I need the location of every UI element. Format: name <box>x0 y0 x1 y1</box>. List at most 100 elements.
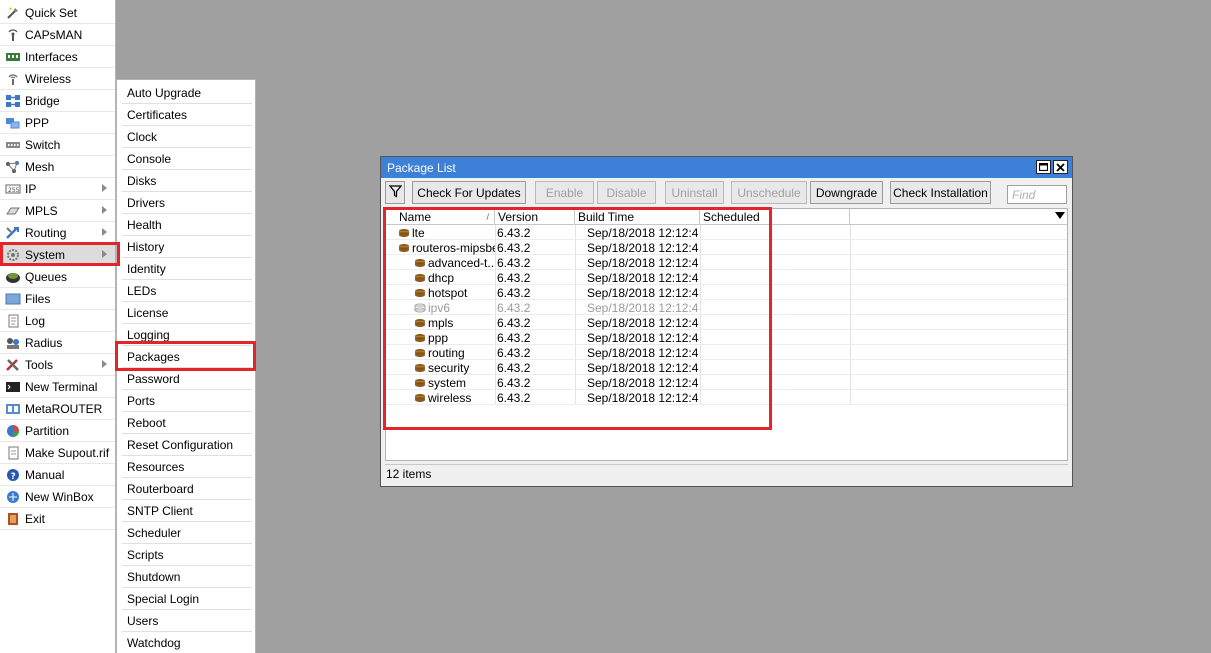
submenu-item-password[interactable]: Password <box>122 368 252 390</box>
submenu-item-watchdog[interactable]: Watchdog <box>122 632 252 653</box>
cell-build-time: Sep/18/2018 12:12:48 <box>587 270 699 285</box>
submenu-item-disks[interactable]: Disks <box>122 170 252 192</box>
table-row[interactable]: routing 6.43.2 Sep/18/2018 12:12:48 <box>386 345 1067 360</box>
column-header-build-time[interactable]: Build Time <box>575 209 700 224</box>
submenu-item-packages[interactable]: Packages <box>122 346 252 368</box>
cell-version: 6.43.2 <box>497 375 531 390</box>
table-row[interactable]: dhcp 6.43.2 Sep/18/2018 12:12:48 <box>386 270 1067 285</box>
menu-item-tools[interactable]: Tools <box>0 354 115 376</box>
find-input[interactable] <box>1007 185 1067 204</box>
submenu-item-ports[interactable]: Ports <box>122 390 252 412</box>
maximize-icon[interactable] <box>1036 160 1051 174</box>
check-installation-button[interactable]: Check Installation <box>890 181 991 204</box>
submenu-item-scripts[interactable]: Scripts <box>122 544 252 566</box>
menu-item-make-supout-rif[interactable]: Make Supout.rif <box>0 442 115 464</box>
menu-item-switch[interactable]: Switch <box>0 134 115 156</box>
menu-item-partition[interactable]: Partition <box>0 420 115 442</box>
svg-text:255: 255 <box>8 187 20 194</box>
unschedule-button[interactable]: Unschedule <box>731 181 807 204</box>
disable-button[interactable]: Disable <box>597 181 656 204</box>
table-row[interactable]: advanced-t... 6.43.2 Sep/18/2018 12:12:48 <box>386 255 1067 270</box>
uninstall-button[interactable]: Uninstall <box>665 181 724 204</box>
menu-item-label: Exit <box>25 511 46 526</box>
menu-item-capsman[interactable]: CAPsMAN <box>0 24 115 46</box>
submenu-item-history[interactable]: History <box>122 236 252 258</box>
column-header-name[interactable]: Name / <box>396 209 495 224</box>
partition-icon <box>5 424 21 438</box>
files-icon <box>5 292 21 306</box>
table-row[interactable]: security 6.43.2 Sep/18/2018 12:12:48 <box>386 360 1067 375</box>
table-row[interactable]: lte 6.43.2 Sep/18/2018 12:12:48 <box>386 225 1067 240</box>
menu-item-new-winbox[interactable]: New WinBox <box>0 486 115 508</box>
table-row[interactable]: routeros-mipsbe 6.43.2 Sep/18/2018 12:12:4… <box>386 240 1067 255</box>
menu-item-radius[interactable]: Radius <box>0 332 115 354</box>
column-header-scheduled[interactable]: Scheduled <box>700 209 850 224</box>
quick-set-icon <box>5 6 21 20</box>
menu-item-exit[interactable]: Exit <box>0 508 115 530</box>
cell-scheduled <box>702 315 848 330</box>
table-row[interactable]: wireless 6.43.2 Sep/18/2018 12:12:48 <box>386 390 1067 405</box>
menu-item-label: Switch <box>25 137 61 152</box>
submenu-item-users[interactable]: Users <box>122 610 252 632</box>
table-row[interactable]: hotspot 6.43.2 Sep/18/2018 12:12:48 <box>386 285 1067 300</box>
submenu-item-identity[interactable]: Identity <box>122 258 252 280</box>
cell-build-time: Sep/18/2018 12:12:48 <box>587 345 699 360</box>
table-row[interactable]: system 6.43.2 Sep/18/2018 12:12:48 <box>386 375 1067 390</box>
column-header-version[interactable]: Version <box>495 209 575 224</box>
table-row[interactable]: mpls 6.43.2 Sep/18/2018 12:12:48 <box>386 315 1067 330</box>
submenu-item-leds[interactable]: LEDs <box>122 280 252 302</box>
check-for-updates-button[interactable]: Check For Updates <box>412 181 526 204</box>
menu-item-wireless[interactable]: Wireless <box>0 68 115 90</box>
menu-item-mpls[interactable]: MPLS <box>0 200 115 222</box>
cell-build-time: Sep/18/2018 12:12:48 <box>587 375 699 390</box>
column-dropdown-icon[interactable] <box>1055 212 1065 219</box>
mesh-icon <box>5 160 21 174</box>
menu-item-mesh[interactable]: Mesh <box>0 156 115 178</box>
submenu-item-reset-configuration[interactable]: Reset Configuration <box>122 434 252 456</box>
menu-item-system[interactable]: System <box>0 244 115 266</box>
submenu-item-certificates[interactable]: Certificates <box>122 104 252 126</box>
cell-version: 6.43.2 <box>497 330 531 345</box>
submenu-item-reboot[interactable]: Reboot <box>122 412 252 434</box>
submenu-item-resources[interactable]: Resources <box>122 456 252 478</box>
menu-item-manual[interactable]: ? Manual <box>0 464 115 486</box>
submenu-item-routerboard[interactable]: Routerboard <box>122 478 252 500</box>
menu-item-label: PPP <box>25 115 50 130</box>
menu-item-files[interactable]: Files <box>0 288 115 310</box>
menu-item-routing[interactable]: Routing <box>0 222 115 244</box>
table-row[interactable]: ppp 6.43.2 Sep/18/2018 12:12:48 <box>386 330 1067 345</box>
menu-item-label: Radius <box>25 335 63 350</box>
menu-item-ppp[interactable]: PPP <box>0 112 115 134</box>
submenu-item-drivers[interactable]: Drivers <box>122 192 252 214</box>
cell-version: 6.43.2 <box>497 345 531 360</box>
submenu-item-health[interactable]: Health <box>122 214 252 236</box>
menu-item-interfaces[interactable]: Interfaces <box>0 46 115 68</box>
enable-button[interactable]: Enable <box>535 181 594 204</box>
cell-build-time: Sep/18/2018 12:12:48 <box>587 285 699 300</box>
submenu-item-special-login[interactable]: Special Login <box>122 588 252 610</box>
cell-name: routing <box>414 345 495 360</box>
menu-item-bridge[interactable]: Bridge <box>0 90 115 112</box>
downgrade-button[interactable]: Downgrade <box>810 181 883 204</box>
menu-item-label: IP <box>25 181 37 196</box>
menu-item-metarouter[interactable]: MetaROUTER <box>0 398 115 420</box>
close-icon[interactable] <box>1053 160 1068 174</box>
submenu-arrow-icon <box>102 206 107 214</box>
cell-scheduled <box>702 330 848 345</box>
submenu-item-clock[interactable]: Clock <box>122 126 252 148</box>
submenu-item-console[interactable]: Console <box>122 148 252 170</box>
submenu-item-scheduler[interactable]: Scheduler <box>122 522 252 544</box>
menu-item-quick-set[interactable]: Quick Set <box>0 2 115 24</box>
filter-button[interactable] <box>385 181 405 204</box>
submenu-item-auto-upgrade[interactable]: Auto Upgrade <box>122 82 252 104</box>
submenu-item-license[interactable]: License <box>122 302 252 324</box>
menu-item-new-terminal[interactable]: New Terminal <box>0 376 115 398</box>
menu-item-log[interactable]: Log <box>0 310 115 332</box>
window-titlebar[interactable]: Package List <box>381 157 1072 178</box>
menu-item-ip[interactable]: 255 IP <box>0 178 115 200</box>
submenu-item-logging[interactable]: Logging <box>122 324 252 346</box>
table-row[interactable]: ipv6 6.43.2 Sep/18/2018 12:12:48 <box>386 300 1067 315</box>
submenu-item-shutdown[interactable]: Shutdown <box>122 566 252 588</box>
menu-item-queues[interactable]: Queues <box>0 266 115 288</box>
submenu-item-sntp-client[interactable]: SNTP Client <box>122 500 252 522</box>
